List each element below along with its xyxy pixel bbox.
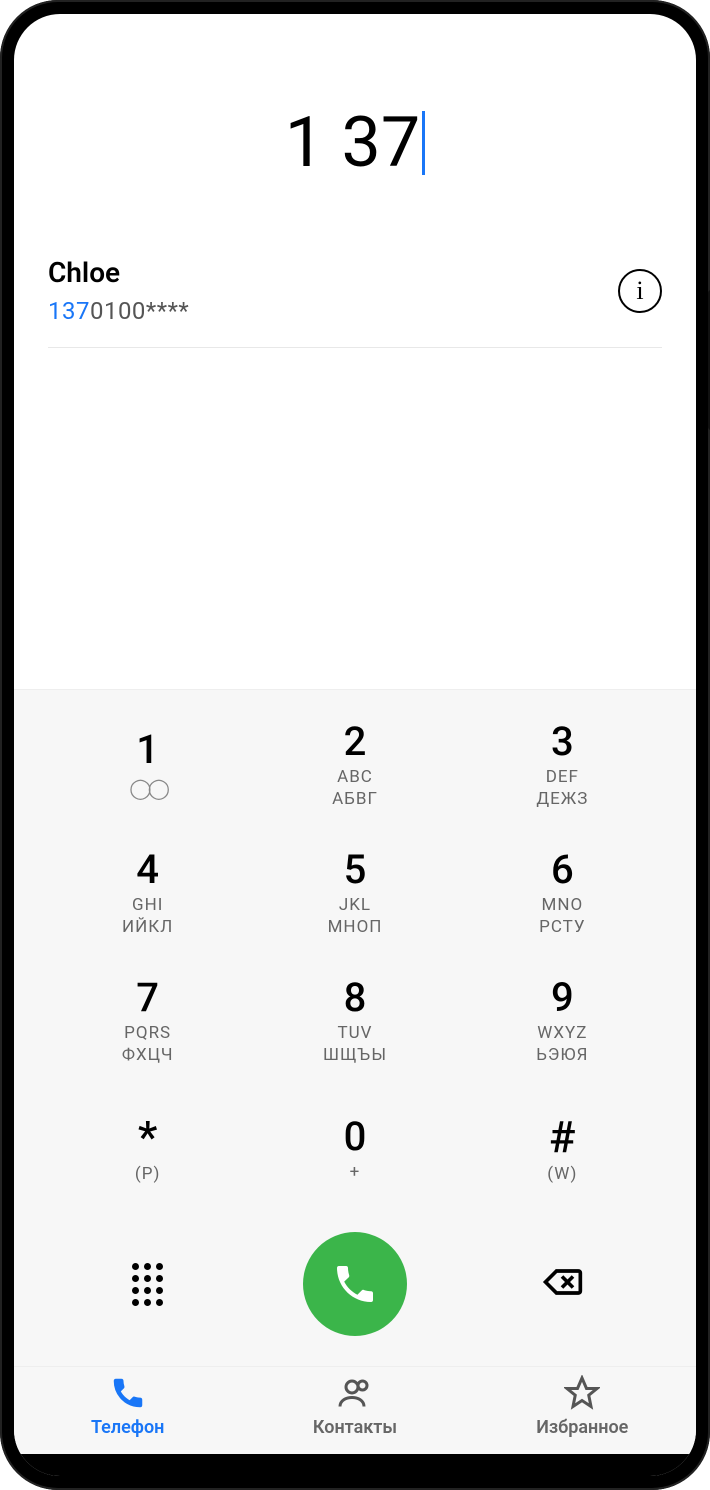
dialpad-grid-icon bbox=[132, 1263, 163, 1306]
key-sub: (P) bbox=[135, 1164, 160, 1184]
key-4[interactable]: 4 GHI ИЙКЛ bbox=[44, 836, 251, 950]
dialed-number-text: 1 37 bbox=[285, 102, 420, 184]
key-sub-latin: GHI bbox=[132, 895, 163, 915]
key-8[interactable]: 8 TUV ШЩЪЫ bbox=[251, 964, 458, 1078]
action-row bbox=[14, 1214, 696, 1366]
dialed-number-display[interactable]: 1 37 bbox=[14, 48, 696, 238]
text-cursor bbox=[422, 111, 425, 175]
key-sub: (W) bbox=[547, 1164, 577, 1184]
gesture-bar-area bbox=[14, 1454, 696, 1476]
key-sub-cyrillic: ЬЭЮЯ bbox=[536, 1045, 588, 1065]
voicemail-icon: ◯◯ bbox=[129, 776, 166, 800]
key-digit: 7 bbox=[136, 978, 159, 1018]
contact-number-match: 137 bbox=[48, 297, 90, 325]
contact-suggestion-row[interactable]: Chloe 1370100**** i bbox=[48, 238, 662, 348]
contact-name: Chloe bbox=[48, 256, 189, 289]
key-sub-latin: ABC bbox=[337, 767, 373, 787]
key-sub-latin: JKL bbox=[339, 895, 371, 915]
dialpad: 1 ◯◯ 2 ABC АБВГ 3 DEF ДЕЖЗ 4 GHI ИЙКЛ 5 … bbox=[14, 689, 696, 1214]
nav-contacts-tab[interactable]: Контакты bbox=[241, 1375, 468, 1438]
contact-number: 1370100**** bbox=[48, 297, 189, 325]
key-digit: 2 bbox=[344, 722, 367, 762]
backspace-icon bbox=[540, 1260, 584, 1304]
nav-phone-label: Телефон bbox=[91, 1417, 164, 1438]
key-digit: 5 bbox=[344, 850, 367, 890]
key-sub-cyrillic: ДЕЖЗ bbox=[536, 789, 588, 809]
key-star[interactable]: * (P) bbox=[44, 1092, 251, 1206]
nav-favorites-tab[interactable]: Избранное bbox=[469, 1375, 696, 1438]
suggestion-left: Chloe 1370100**** bbox=[48, 256, 189, 325]
status-bar-area bbox=[14, 14, 696, 48]
spacer bbox=[14, 348, 696, 689]
phone-frame: 1 37 Chloe 1370100**** i 1 ◯◯ bbox=[0, 0, 710, 1490]
key-sub-latin: DEF bbox=[546, 767, 579, 787]
phone-icon bbox=[331, 1260, 379, 1308]
info-icon[interactable]: i bbox=[618, 269, 662, 313]
key-digit: * bbox=[138, 1115, 158, 1159]
nav-contacts-label: Контакты bbox=[313, 1417, 397, 1438]
key-sub-latin: PQRS bbox=[124, 1023, 171, 1043]
screen: 1 37 Chloe 1370100**** i 1 ◯◯ bbox=[14, 14, 696, 1476]
favorites-tab-icon bbox=[564, 1375, 600, 1411]
key-0[interactable]: 0 + bbox=[251, 1092, 458, 1206]
key-sub-latin: MNO bbox=[541, 895, 583, 915]
key-1[interactable]: 1 ◯◯ bbox=[44, 708, 251, 822]
key-digit: 6 bbox=[551, 850, 574, 890]
key-sub-cyrillic: ИЙКЛ bbox=[122, 917, 173, 937]
phone-tab-icon bbox=[110, 1375, 146, 1411]
key-sub-cyrillic: АБВГ bbox=[332, 789, 378, 809]
key-digit: 9 bbox=[551, 978, 574, 1018]
key-5[interactable]: 5 JKL МНОП bbox=[251, 836, 458, 950]
suggestion-area: Chloe 1370100**** i bbox=[14, 238, 696, 348]
key-sub-latin: WXYZ bbox=[537, 1023, 587, 1043]
bottom-nav: Телефон Контакты Избранное bbox=[14, 1366, 696, 1454]
key-digit: 8 bbox=[344, 978, 367, 1018]
contact-number-rest: 0100**** bbox=[90, 297, 189, 325]
key-6[interactable]: 6 MNO РСТУ bbox=[459, 836, 666, 950]
call-button[interactable] bbox=[303, 1232, 407, 1336]
key-7[interactable]: 7 PQRS ФХЦЧ bbox=[44, 964, 251, 1078]
key-digit: 4 bbox=[136, 850, 159, 890]
nav-favorites-label: Избранное bbox=[536, 1417, 628, 1438]
info-icon-glyph: i bbox=[636, 276, 643, 306]
key-sub-cyrillic: МНОП bbox=[328, 917, 383, 937]
key-digit: 1 bbox=[136, 730, 159, 770]
key-sub: + bbox=[350, 1162, 361, 1182]
nav-phone-tab[interactable]: Телефон bbox=[14, 1375, 241, 1438]
key-sub-cyrillic: ФХЦЧ bbox=[122, 1045, 174, 1065]
key-digit: # bbox=[549, 1115, 576, 1159]
key-sub-latin: TUV bbox=[337, 1023, 372, 1043]
key-9[interactable]: 9 WXYZ ЬЭЮЯ bbox=[459, 964, 666, 1078]
key-hash[interactable]: # (W) bbox=[459, 1092, 666, 1206]
key-3[interactable]: 3 DEF ДЕЖЗ bbox=[459, 708, 666, 822]
key-digit: 3 bbox=[551, 722, 574, 762]
contacts-tab-icon bbox=[337, 1375, 373, 1411]
key-sub-cyrillic: РСТУ bbox=[539, 917, 585, 937]
key-2[interactable]: 2 ABC АБВГ bbox=[251, 708, 458, 822]
backspace-button[interactable] bbox=[540, 1260, 584, 1308]
key-sub-cyrillic: ШЩЪЫ bbox=[323, 1045, 387, 1065]
key-digit: 0 bbox=[344, 1117, 367, 1157]
dialpad-toggle-button[interactable] bbox=[132, 1263, 163, 1306]
